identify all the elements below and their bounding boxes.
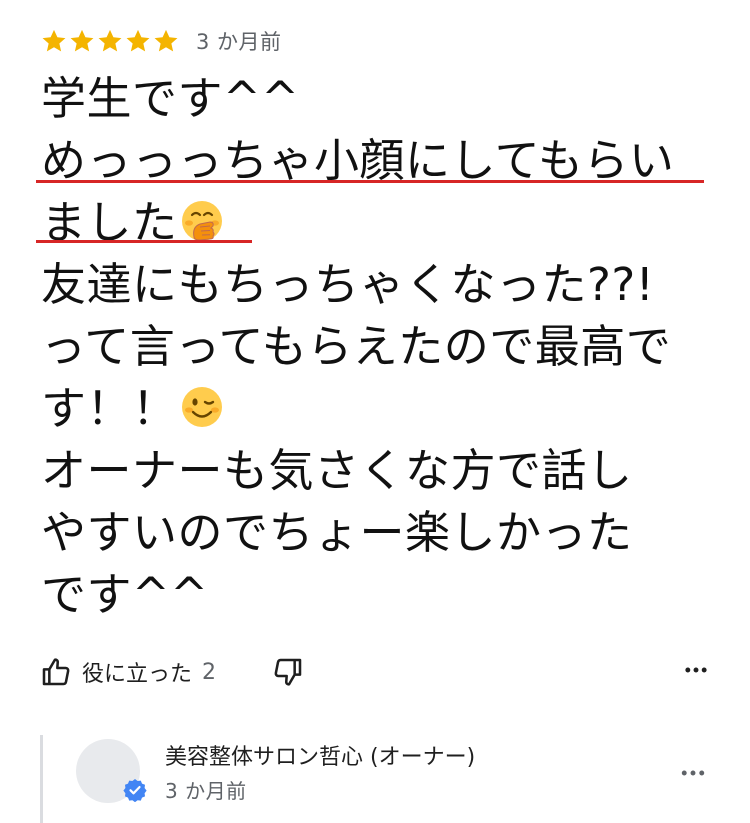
dislike-button[interactable] (272, 656, 304, 688)
thumbs-up-icon (42, 658, 70, 686)
review-line-text: やすいのでちょー楽しかった (41, 506, 633, 559)
review-line: す！！ (41, 378, 721, 440)
red-underline-annotation (36, 240, 252, 243)
helpful-label: 役に立った (82, 662, 193, 687)
verified-check-icon (123, 779, 147, 802)
owner-reply: 美容整体サロン哲心 (オーナー) 3 か月前 (40, 735, 712, 823)
helpful-count: 2 (202, 659, 217, 685)
more-horizontal-icon (685, 667, 707, 673)
star-icon (42, 29, 66, 52)
review-line: 友達にもちっちゃくなった??! (41, 254, 721, 316)
star-icon (98, 29, 122, 52)
review-actions: 役に立った 2 (40, 650, 710, 694)
review-line-text: 友達にもちっちゃくなった??! (41, 258, 655, 311)
red-underline-annotation (36, 180, 704, 183)
winking-face-emoji (181, 387, 222, 427)
review-line-text: す！！ (41, 382, 178, 435)
star-rating (40, 27, 180, 55)
review-line-text: 学生です^^ (41, 72, 300, 125)
reply-more-button[interactable] (676, 759, 710, 791)
review-rating-row: 3 か月前 (40, 24, 282, 58)
review-line-text: です^^ (41, 568, 209, 621)
helpful-button[interactable]: 役に立った 2 (40, 656, 216, 688)
review-more-button[interactable] (682, 656, 710, 688)
star-icon (154, 29, 178, 52)
review-line: やすいのでちょー楽しかった (41, 502, 721, 564)
review-line: です^^ (41, 564, 721, 626)
thumbs-down-icon (274, 658, 302, 686)
review-line: って言ってもらえたので最高で (41, 316, 721, 378)
review-line: 学生です^^ (41, 68, 721, 130)
reply-divider (40, 735, 43, 823)
review-text: 学生です^^ めっっっちゃ小顔にしてもらい ました 友達にもちっちゃくなった??… (41, 68, 721, 626)
review-line: オーナーも気さくな方で話し (41, 440, 721, 502)
star-icon (126, 29, 150, 52)
review-line-text: オーナーも気さくな方で話し (41, 444, 633, 497)
review-line: ました (41, 192, 721, 254)
hand-over-mouth-emoji (181, 201, 222, 241)
owner-name[interactable]: 美容整体サロン哲心 (オーナー) (165, 739, 475, 771)
more-horizontal-icon (681, 770, 705, 776)
review-line-text: って言ってもらえたので最高で (41, 320, 672, 373)
star-icon (70, 29, 94, 52)
review-time: 3 か月前 (196, 30, 282, 54)
reply-time: 3 か月前 (165, 779, 247, 803)
